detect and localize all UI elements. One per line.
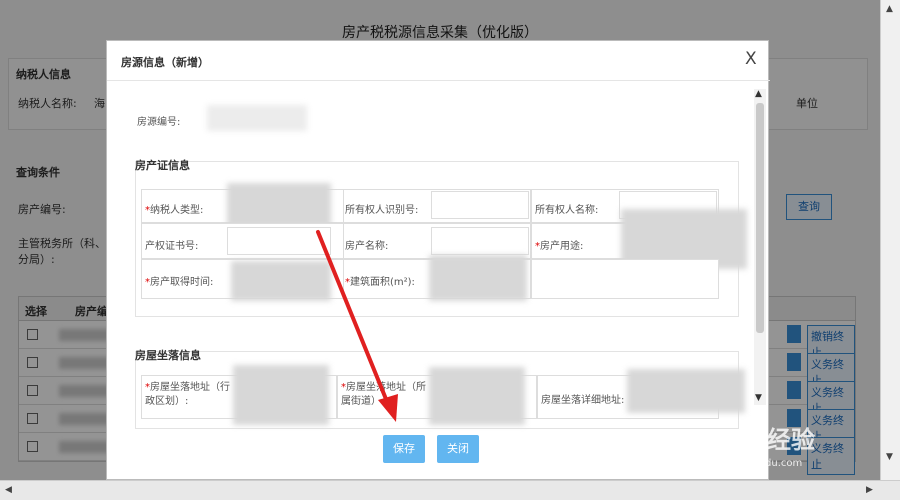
taxpayer-type-label: *纳税人类型: <box>145 205 204 216</box>
property-name-input[interactable] <box>431 227 529 255</box>
scroll-up-icon[interactable]: ▲ <box>886 4 893 14</box>
location-section-title: 房屋坐落信息 <box>135 349 201 362</box>
owner-id-input[interactable] <box>431 191 529 219</box>
property-source-dialog: 房源信息（新增） X ▲ ▼ 房源编号: 房产证信息 *纳税人类型: 所有权人识… <box>106 40 770 480</box>
source-no-label: 房源编号: <box>137 117 181 128</box>
street-select[interactable] <box>429 367 525 425</box>
district-label: *房屋坐落地址（行政区划）: <box>145 382 230 407</box>
dialog-close-icon[interactable]: X <box>745 49 757 69</box>
baidu-watermark-url: jingyan.baidu.com <box>710 458 803 469</box>
cert-no-input[interactable] <box>227 227 331 255</box>
dialog-scroll-up-icon[interactable]: ▲ <box>755 89 762 99</box>
close-button[interactable]: 关闭 <box>437 435 479 463</box>
source-no-field[interactable] <box>207 105 307 131</box>
save-button[interactable]: 保存 <box>383 435 425 463</box>
dialog-title: 房源信息（新增） <box>121 56 209 69</box>
acquire-time-input[interactable] <box>231 261 331 301</box>
property-name-label: 房产名称: <box>345 241 389 252</box>
page-horizontal-scrollbar[interactable]: ◀ ▶ <box>0 480 900 500</box>
area-input[interactable] <box>429 255 527 301</box>
cert-no-label: 产权证书号: <box>145 241 199 252</box>
cert-section-title: 房产证信息 <box>135 159 190 172</box>
detail-input[interactable] <box>627 369 745 413</box>
dialog-scroll-down-icon[interactable]: ▼ <box>755 393 762 403</box>
acquire-time-label: *房产取得时间: <box>145 277 214 288</box>
page-vertical-scrollbar[interactable]: ▲ ▼ <box>880 0 900 480</box>
area-label: *建筑面积(m²): <box>345 277 415 288</box>
dialog-scroll-thumb[interactable] <box>756 103 764 333</box>
taxpayer-type-select[interactable] <box>227 183 331 227</box>
scroll-down-icon[interactable]: ▼ <box>886 452 893 462</box>
street-label: *房屋坐落地址（所属街道）: <box>341 382 426 407</box>
dialog-header: 房源信息（新增） X <box>107 41 770 81</box>
owner-id-label: 所有权人识别号: <box>345 205 419 216</box>
owner-name-label: 所有权人名称: <box>535 205 599 216</box>
usage-label: *房产用途: <box>535 241 584 252</box>
baidu-watermark: Baidu经验 <box>690 426 815 454</box>
scroll-right-icon[interactable]: ▶ <box>866 485 873 495</box>
scroll-left-icon[interactable]: ◀ <box>5 485 12 495</box>
district-select[interactable] <box>233 365 329 425</box>
detail-label: 房屋坐落详细地址: <box>541 395 625 406</box>
cell-empty <box>531 259 719 299</box>
